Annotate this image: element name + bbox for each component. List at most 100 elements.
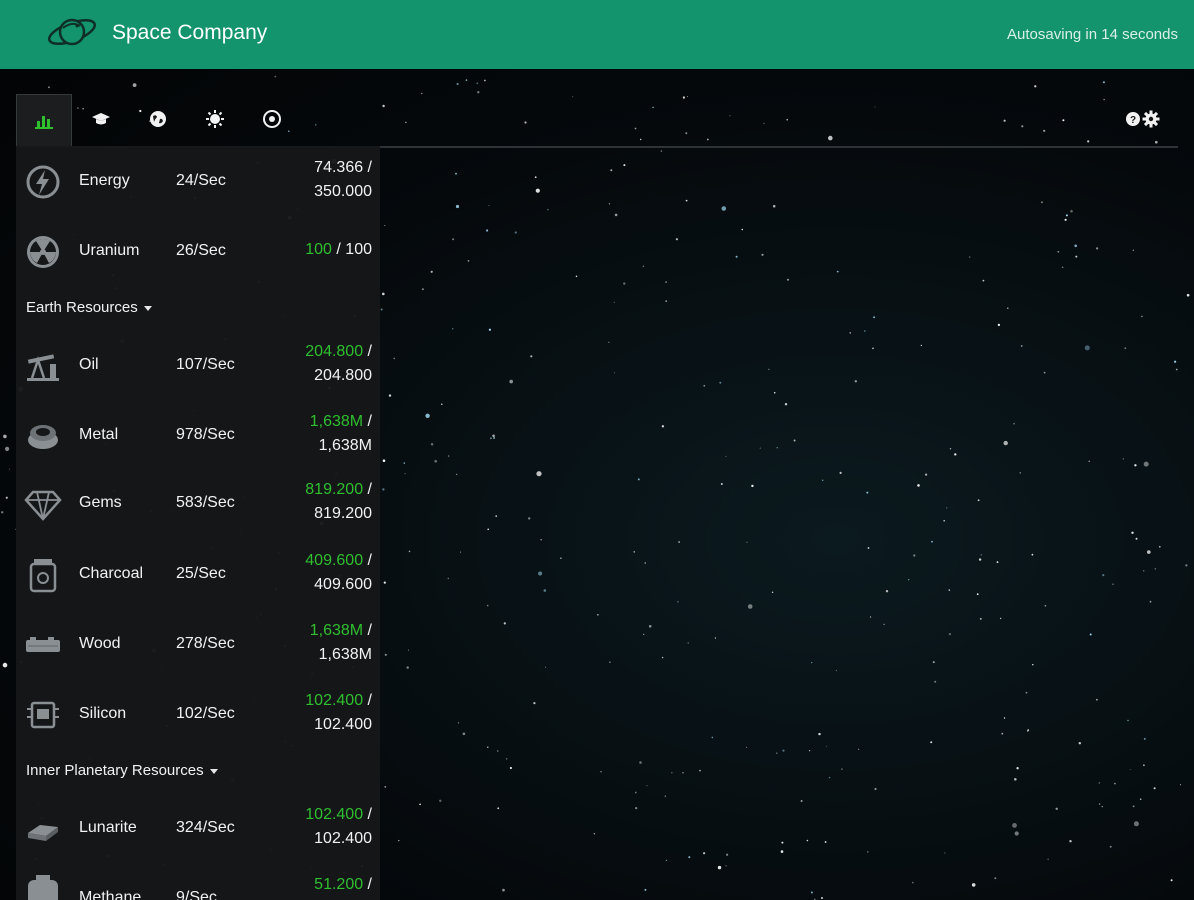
star: [1, 511, 4, 514]
star: [486, 229, 489, 232]
star: [1043, 371, 1046, 374]
star: [408, 550, 411, 553]
star: [536, 471, 542, 477]
section-title: Earth Resources: [26, 299, 138, 316]
star: [1101, 806, 1103, 808]
star: [665, 281, 667, 283]
wood-log-icon: [26, 637, 60, 652]
resource-row-silicon[interactable]: Silicon 102/Sec 102.400 / 102.400: [16, 683, 380, 743]
gear-icon[interactable]: [1142, 110, 1160, 128]
star: [476, 82, 479, 85]
resources-bar-chart-icon: [35, 115, 53, 129]
resource-amount: 74.366 / 350.000: [314, 159, 372, 200]
star: [665, 859, 668, 861]
resource-row-charcoal[interactable]: Charcoal 25/Sec 409.600 / 409.600: [16, 543, 380, 603]
resource-row-methane[interactable]: Methane 9/Sec 51.200 /: [16, 867, 380, 900]
star: [685, 199, 688, 202]
star: [439, 799, 442, 802]
star: [948, 589, 951, 591]
star: [484, 79, 486, 82]
star: [773, 391, 776, 394]
star: [1041, 201, 1043, 204]
resource-row-oil[interactable]: Oil 107/Sec 204.800 / 204.800: [16, 334, 380, 394]
tab-target[interactable]: [245, 94, 299, 144]
star: [382, 459, 386, 463]
star: [1186, 293, 1190, 297]
star: [398, 839, 400, 842]
resource-row-gems[interactable]: Gems 583/Sec 819.200 / 819.200: [16, 472, 380, 532]
star: [419, 803, 421, 806]
star: [1074, 244, 1077, 248]
star: [593, 833, 595, 835]
star: [1007, 307, 1009, 309]
resource-amount: 51.200 /: [314, 876, 372, 893]
resource-row-metal[interactable]: Metal 978/Sec 1,638M / 1,638M: [16, 404, 380, 464]
settings-controls[interactable]: ?: [1126, 108, 1166, 130]
star: [725, 865, 727, 867]
tab-research[interactable]: [74, 94, 128, 144]
star: [793, 439, 796, 442]
resource-row-wood[interactable]: Wood 278/Sec 1,638M / 1,638M: [16, 613, 380, 673]
star: [1185, 564, 1188, 567]
star: [971, 883, 976, 887]
tab-solar-system[interactable]: [131, 94, 185, 144]
section-earth-resources[interactable]: Earth Resources: [26, 299, 152, 316]
star: [746, 541, 748, 543]
star: [384, 786, 387, 788]
oil-pump-icon: [27, 354, 59, 381]
help-icon[interactable]: ?: [1126, 112, 1140, 126]
star: [703, 384, 706, 387]
star: [996, 561, 999, 563]
tab-sun[interactable]: [188, 94, 242, 144]
resource-current: 819.200: [305, 481, 364, 498]
star: [648, 625, 652, 628]
resource-name: Gems: [79, 494, 122, 511]
star: [456, 473, 458, 476]
star: [608, 203, 611, 205]
star: [1034, 85, 1037, 88]
star: [274, 75, 277, 78]
star: [980, 554, 982, 556]
star: [455, 204, 460, 209]
star: [430, 443, 434, 446]
chevron-down-icon: [209, 768, 218, 774]
resource-max: 1,638M: [318, 646, 372, 663]
star: [771, 591, 774, 593]
star: [1020, 345, 1023, 347]
resource-row-lunarite[interactable]: Lunarite 324/Sec 102.400 / 102.400: [16, 797, 380, 857]
star: [1122, 458, 1124, 460]
section-inner-planetary-resources[interactable]: Inner Planetary Resources: [26, 762, 218, 779]
star: [870, 616, 872, 618]
charcoal-jar-icon: [29, 559, 57, 593]
star: [982, 279, 985, 282]
star: [534, 176, 537, 179]
star: [462, 732, 466, 736]
star: [866, 851, 869, 853]
star: [920, 344, 922, 347]
target-icon: [263, 110, 281, 128]
tab-resources[interactable]: [16, 94, 72, 146]
star: [646, 785, 648, 787]
star: [948, 633, 952, 636]
star: [1075, 255, 1078, 258]
star: [393, 357, 395, 360]
star: [644, 888, 647, 891]
star: [1098, 803, 1101, 805]
star: [1065, 214, 1068, 217]
star: [609, 661, 611, 663]
star: [776, 752, 778, 754]
chevron-down-icon: [143, 305, 152, 311]
star: [908, 579, 910, 581]
star: [3, 434, 7, 439]
resource-row-uranium[interactable]: Uranium 26/Sec 100 / 100: [16, 220, 380, 280]
svg-text:?: ?: [1130, 115, 1136, 126]
star: [1014, 778, 1017, 781]
star: [1175, 368, 1178, 371]
star: [600, 771, 602, 773]
star: [493, 437, 495, 439]
star: [434, 459, 438, 463]
star: [575, 275, 578, 278]
star: [509, 379, 513, 384]
star: [664, 795, 666, 797]
resource-row-energy[interactable]: Energy 24/Sec 74.366 / 350.000: [16, 150, 380, 210]
